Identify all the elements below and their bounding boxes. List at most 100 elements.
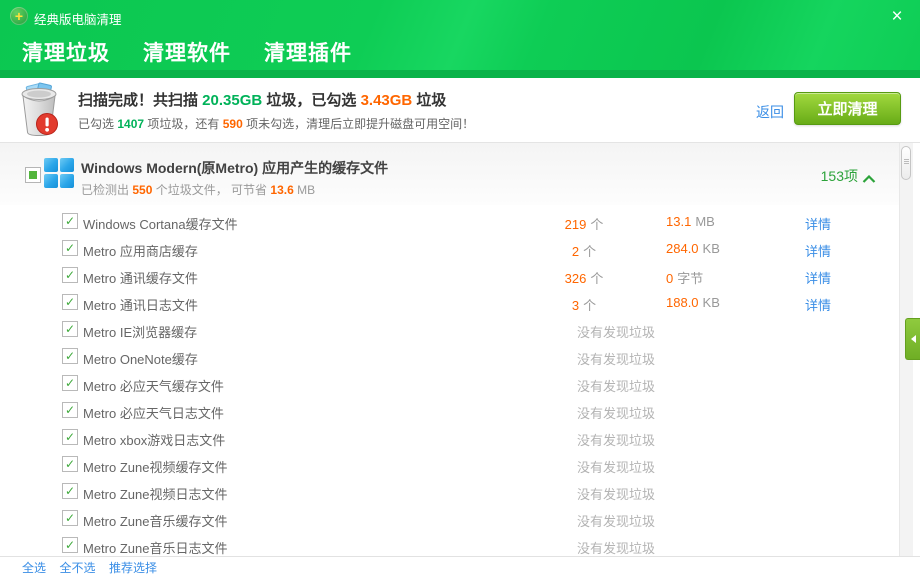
check-icon: ✓ [65,431,75,443]
row-label: Windows Cortana缓存文件 [83,214,238,233]
table-row: ✓ Metro xbox游戏日志文件 没有发现垃圾 [0,424,899,451]
check-icon: ✓ [65,242,75,254]
group-file-count: 550 [132,183,152,197]
summary-line2-p3: 项未勾选，清理后立即提升磁盘可用空间！ [243,117,474,131]
rows-list: ✓ Windows Cortana缓存文件 219个 13.1MB 详情 ✓ M… [0,208,899,556]
row-empty-text: 没有发现垃圾 [577,322,655,341]
row-checkbox[interactable]: ✓ [62,402,78,418]
row-checkbox[interactable]: ✓ [62,375,78,391]
row-checkbox[interactable]: ✓ [62,267,78,283]
table-row: ✓ Metro 应用商店缓存 2个 284.0KB 详情 [0,235,899,262]
scrollbar-thumb[interactable] [901,146,911,180]
group-header-metro-cache[interactable]: Windows Modern(原Metro) 应用产生的缓存文件 已检测出 55… [0,143,899,205]
tab-clean-software[interactable]: 清理软件 [143,37,231,74]
detail-link[interactable]: 详情 [805,214,831,233]
metro-tiles-icon [44,158,74,188]
group-sub-p2: 个垃圾文件， 可节省 [152,183,270,197]
check-icon: ✓ [65,269,75,281]
app-window: + 经典版电脑清理 × 清理垃圾 清理软件 清理插件 [0,0,920,580]
row-label: Metro OneNote缓存 [83,349,198,368]
row-checkbox[interactable]: ✓ [62,213,78,229]
row-label: Metro 必应天气日志文件 [83,403,224,422]
row-label: Metro Zune视频日志文件 [83,484,227,503]
scanned-size-value: 20.35GB [202,92,262,109]
group-items-count: 153项 [821,166,858,186]
row-label: Metro 应用商店缓存 [83,241,198,260]
row-size: 13.1MB [666,214,715,229]
detail-link[interactable]: 详情 [805,241,831,260]
detail-link[interactable]: 详情 [805,295,831,314]
summary-line2-p1: 已勾选 [78,117,117,131]
check-icon: ✓ [65,377,75,389]
row-count: 219个 [552,214,616,233]
row-empty-text: 没有发现垃圾 [577,376,655,395]
row-label: Metro 必应天气缓存文件 [83,376,224,395]
row-size: 188.0KB [666,295,720,310]
table-row: ✓ Metro Zune视频缓存文件 没有发现垃圾 [0,451,899,478]
scrollbar-grip-icon [904,159,909,160]
row-checkbox[interactable]: ✓ [62,429,78,445]
footer-bar: 全选 全不选 推荐选择 [0,556,920,580]
row-count: 2个 [552,241,616,260]
selected-size-value: 3.43GB [361,92,413,109]
summary-line2-p2: 项垃圾，还有 [144,117,223,131]
table-row: ✓ Metro 通讯缓存文件 326个 0字节 详情 [0,262,899,289]
row-checkbox[interactable]: ✓ [62,537,78,553]
plus-glyph: + [15,9,23,23]
row-checkbox[interactable]: ✓ [62,240,78,256]
partial-check-icon [29,171,37,179]
recommend-select-link[interactable]: 推荐选择 [109,561,157,575]
row-size: 284.0KB [666,241,720,256]
check-icon: ✓ [65,485,75,497]
row-checkbox[interactable]: ✓ [62,348,78,364]
close-icon[interactable]: × [882,5,912,29]
tab-clean-plugins[interactable]: 清理插件 [264,37,352,74]
row-label: Metro Zune视频缓存文件 [83,457,227,476]
table-row: ✓ Metro 必应天气缓存文件 没有发现垃圾 [0,370,899,397]
check-icon: ✓ [65,323,75,335]
table-row: ✓ Metro Zune音乐缓存文件 没有发现垃圾 [0,505,899,532]
table-row: ✓ Metro 通讯日志文件 3个 188.0KB 详情 [0,289,899,316]
group-sub-p3: MB [294,183,315,197]
detail-link[interactable]: 详情 [805,268,831,287]
row-size: 0字节 [666,268,703,287]
side-panel-toggle[interactable] [905,318,920,360]
check-icon: ✓ [65,296,75,308]
summary-line1-middle: 垃圾，已勾选 [262,92,360,109]
header: + 经典版电脑清理 × 清理垃圾 清理软件 清理插件 [0,0,920,78]
row-empty-text: 没有发现垃圾 [577,538,655,556]
check-icon: ✓ [65,512,75,524]
arrow-left-icon [911,335,916,343]
table-row: ✓ Metro Zune视频日志文件 没有发现垃圾 [0,478,899,505]
tab-clean-junk[interactable]: 清理垃圾 [22,37,110,74]
tab-bar: 清理垃圾 清理软件 清理插件 [22,37,385,74]
summary-line2: 已勾选 1407 项垃圾，还有 590 项未勾选，清理后立即提升磁盘可用空间！ [78,115,474,132]
select-all-link[interactable]: 全选 [22,561,46,575]
row-empty-text: 没有发现垃圾 [577,511,655,530]
check-icon: ✓ [65,458,75,470]
row-checkbox[interactable]: ✓ [62,321,78,337]
row-label: Metro 通讯缓存文件 [83,268,198,287]
group-save-size: 13.6 [270,183,293,197]
back-link[interactable]: 返回 [756,102,784,122]
table-row: ✓ Metro IE浏览器缓存 没有发现垃圾 [0,316,899,343]
row-checkbox[interactable]: ✓ [62,483,78,499]
clean-now-button[interactable]: 立即清理 [794,92,901,125]
trash-icon [13,82,67,143]
select-none-link[interactable]: 全不选 [59,561,95,575]
row-checkbox[interactable]: ✓ [62,456,78,472]
row-checkbox[interactable]: ✓ [62,294,78,310]
group-checkbox-partial[interactable] [25,167,41,183]
row-empty-text: 没有发现垃圾 [577,403,655,422]
unchecked-count-value: 590 [223,117,243,131]
app-logo-icon: + [10,7,28,25]
row-checkbox[interactable]: ✓ [62,510,78,526]
row-label: Metro Zune音乐日志文件 [83,538,227,556]
table-row: ✓ Metro Zune音乐日志文件 没有发现垃圾 [0,532,899,556]
row-label: Metro Zune音乐缓存文件 [83,511,227,530]
row-empty-text: 没有发现垃圾 [577,430,655,449]
chevron-up-icon[interactable] [862,171,876,189]
checked-count-value: 1407 [117,117,144,131]
summary-line1-suffix: 垃圾 [412,92,446,109]
row-label: Metro IE浏览器缓存 [83,322,197,341]
